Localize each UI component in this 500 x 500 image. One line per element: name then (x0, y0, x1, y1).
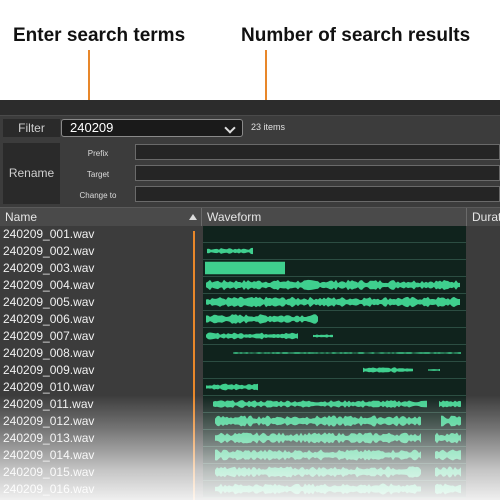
waveform-thumbnail (203, 430, 466, 447)
waveform-shape (215, 432, 421, 444)
waveform-shape (206, 314, 318, 324)
prefix-input[interactable] (135, 144, 500, 160)
file-row[interactable]: 240209_013.wav (0, 430, 500, 447)
waveform-thumbnail (203, 311, 466, 328)
file-row[interactable]: 240209_003.wav (0, 260, 500, 277)
file-name: 240209_013.wav (3, 431, 95, 445)
file-row[interactable]: 240209_009.wav (0, 362, 500, 379)
waveform-shape (435, 449, 461, 461)
waveform-shape (207, 247, 253, 255)
filter-label: Filter (3, 119, 60, 137)
prefix-label: Prefix (87, 149, 109, 158)
sort-ascending-icon[interactable] (189, 214, 197, 220)
waveform-shape (435, 432, 461, 444)
waveform-thumbnail (203, 328, 466, 345)
waveform-shape (441, 415, 461, 427)
waveform-shape (215, 466, 421, 478)
column-header-duration[interactable]: Durat (467, 208, 500, 226)
file-row[interactable]: 240209_014.wav (0, 447, 500, 464)
file-name: 240209_008.wav (3, 346, 95, 360)
waveform-thumbnail (203, 226, 466, 243)
result-count: 23 items (251, 122, 286, 132)
waveform-thumbnail (203, 481, 466, 498)
waveform-shape (215, 415, 421, 427)
change-to-input[interactable] (135, 186, 500, 202)
waveform-shape (435, 483, 461, 495)
top-strip (0, 100, 500, 116)
file-name: 240209_011.wav (3, 397, 94, 411)
change-to-label: Change to (79, 191, 117, 200)
waveform-shape (363, 367, 413, 373)
file-row[interactable]: 240209_016.wav (0, 481, 500, 498)
file-name: 240209_004.wav (3, 278, 95, 292)
column-label-waveform: Waveform (207, 210, 262, 224)
waveform-thumbnail (203, 396, 466, 413)
waveform-thumbnail (203, 413, 466, 430)
table-header: Name Waveform Durat (0, 207, 500, 226)
file-row[interactable]: 240209_002.wav (0, 243, 500, 260)
waveform-thumbnail (203, 294, 466, 311)
sound-file-browser: Filter 240209 23 items Rename Prefix Tar… (0, 100, 500, 500)
file-name: 240209_002.wav (3, 244, 95, 258)
waveform-thumbnail (203, 260, 466, 277)
waveform-thumbnail (203, 277, 466, 294)
waveform-shape (206, 332, 298, 340)
file-name: 240209_007.wav (3, 329, 95, 343)
file-name: 240209_001.wav (3, 227, 95, 241)
result-count-callout: Number of search results (241, 25, 471, 46)
file-row[interactable]: 240209_011.wav (0, 396, 500, 413)
file-name: 240209_010.wav (3, 380, 95, 394)
waveform-thumbnail (203, 362, 466, 379)
file-name: 240209_003.wav (3, 261, 95, 275)
sort-column-leader-line (193, 231, 195, 500)
chevron-down-icon[interactable] (224, 122, 236, 134)
column-header-waveform[interactable]: Waveform (202, 208, 467, 226)
waveform-shape (435, 466, 461, 478)
filter-search-input[interactable]: 240209 (61, 119, 243, 137)
waveform-shape (233, 352, 461, 354)
waveform-shape (215, 483, 421, 495)
file-row[interactable]: 240209_012.wav (0, 413, 500, 430)
waveform-thumbnail (203, 464, 466, 481)
file-name: 240209_014.wav (3, 448, 95, 462)
file-name: 240209_016.wav (3, 482, 95, 496)
filter-value: 240209 (70, 120, 114, 135)
waveform-shape (213, 400, 427, 408)
rename-label: Rename (3, 143, 60, 204)
file-row[interactable]: 240209_006.wav (0, 311, 500, 328)
waveform-shape (313, 334, 333, 338)
waveform-shape (206, 383, 258, 391)
file-name: 240209_006.wav (3, 312, 95, 326)
waveform-shape (206, 296, 460, 308)
file-row[interactable]: 240209_001.wav (0, 226, 500, 243)
column-label-name: Name (5, 210, 38, 224)
file-row[interactable]: 240209_015.wav (0, 464, 500, 481)
waveform-thumbnail (203, 447, 466, 464)
target-input[interactable] (135, 165, 500, 181)
file-name: 240209_012.wav (3, 414, 95, 428)
file-name: 240209_005.wav (3, 295, 95, 309)
waveform-shape (428, 368, 440, 372)
file-row[interactable]: 240209_004.wav (0, 277, 500, 294)
waveform-shape (205, 261, 285, 275)
waveform-shape (215, 449, 421, 461)
column-header-name[interactable]: Name (0, 208, 202, 226)
target-label: Target (86, 170, 110, 179)
column-label-duration: Durat (472, 210, 500, 224)
file-row[interactable]: 240209_010.wav (0, 379, 500, 396)
waveform-shape (206, 279, 460, 291)
file-row[interactable]: 240209_005.wav (0, 294, 500, 311)
waveform-thumbnail (203, 345, 466, 362)
search-terms-callout: Enter search terms (13, 25, 186, 46)
waveform-thumbnail (203, 379, 466, 396)
waveform-shape (439, 400, 461, 408)
waveform-thumbnail (203, 243, 466, 260)
file-name: 240209_009.wav (3, 363, 95, 377)
file-row[interactable]: 240209_007.wav (0, 328, 500, 345)
file-name: 240209_015.wav (3, 465, 95, 479)
file-row[interactable]: 240209_008.wav (0, 345, 500, 362)
